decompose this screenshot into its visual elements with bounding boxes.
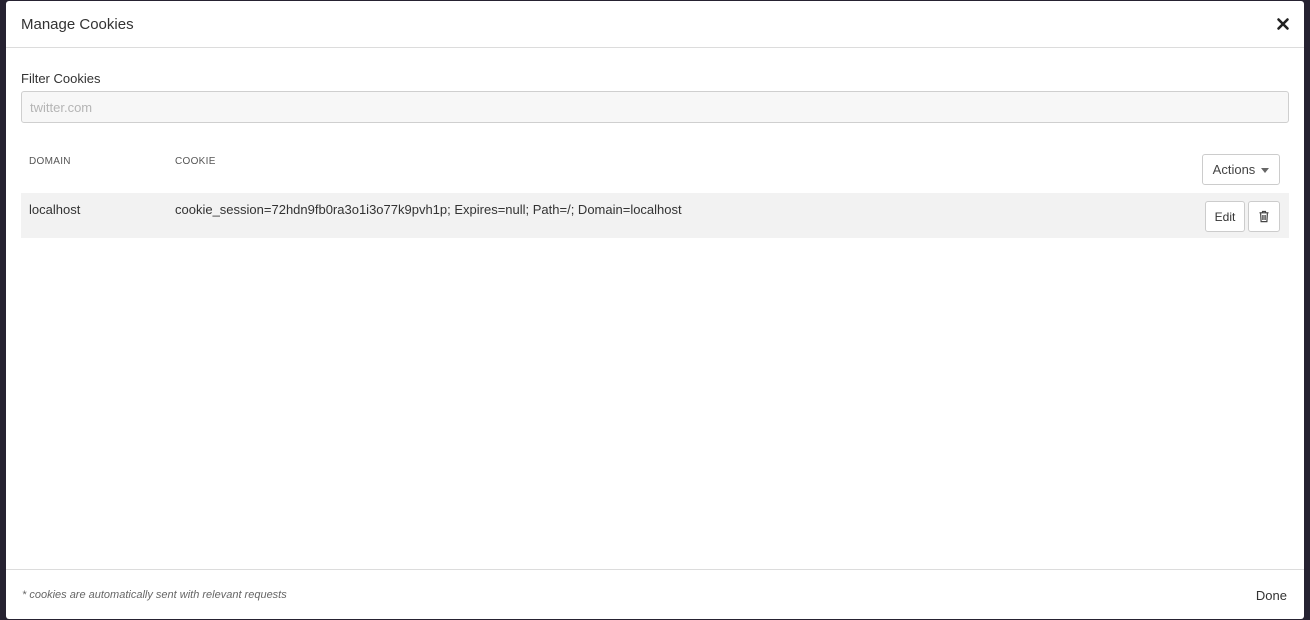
footer-note: * cookies are automatically sent with re…	[22, 589, 287, 601]
edit-label: Edit	[1214, 209, 1236, 224]
done-button[interactable]: Done	[1256, 588, 1287, 603]
column-header-cookie: COOKIE	[175, 156, 216, 167]
close-button[interactable]	[1274, 15, 1292, 33]
modal-footer: * cookies are automatically sent with re…	[6, 569, 1304, 619]
caret-down-icon	[1261, 167, 1270, 173]
edit-cookie-button[interactable]: Edit	[1205, 201, 1245, 232]
filter-cookies-label: Filter Cookies	[21, 71, 101, 86]
actions-dropdown-button[interactable]: Actions	[1202, 154, 1280, 185]
modal-title: Manage Cookies	[21, 16, 134, 33]
filter-cookies-input[interactable]	[21, 91, 1289, 123]
delete-cookie-button[interactable]	[1248, 201, 1280, 232]
modal-header: Manage Cookies	[6, 1, 1304, 48]
manage-cookies-modal: Manage Cookies Filter Cookies DOMAIN COO…	[6, 1, 1304, 619]
actions-label: Actions	[1212, 162, 1256, 177]
table-row: localhost cookie_session=72hdn9fb0ra3o1i…	[21, 193, 1289, 238]
cookie-value-cell: cookie_session=72hdn9fb0ra3o1i3o77k9pvh1…	[175, 202, 682, 217]
close-icon	[1277, 18, 1289, 30]
cookie-domain-cell: localhost	[29, 202, 81, 217]
trash-icon	[1259, 210, 1269, 223]
column-header-domain: DOMAIN	[29, 156, 71, 167]
